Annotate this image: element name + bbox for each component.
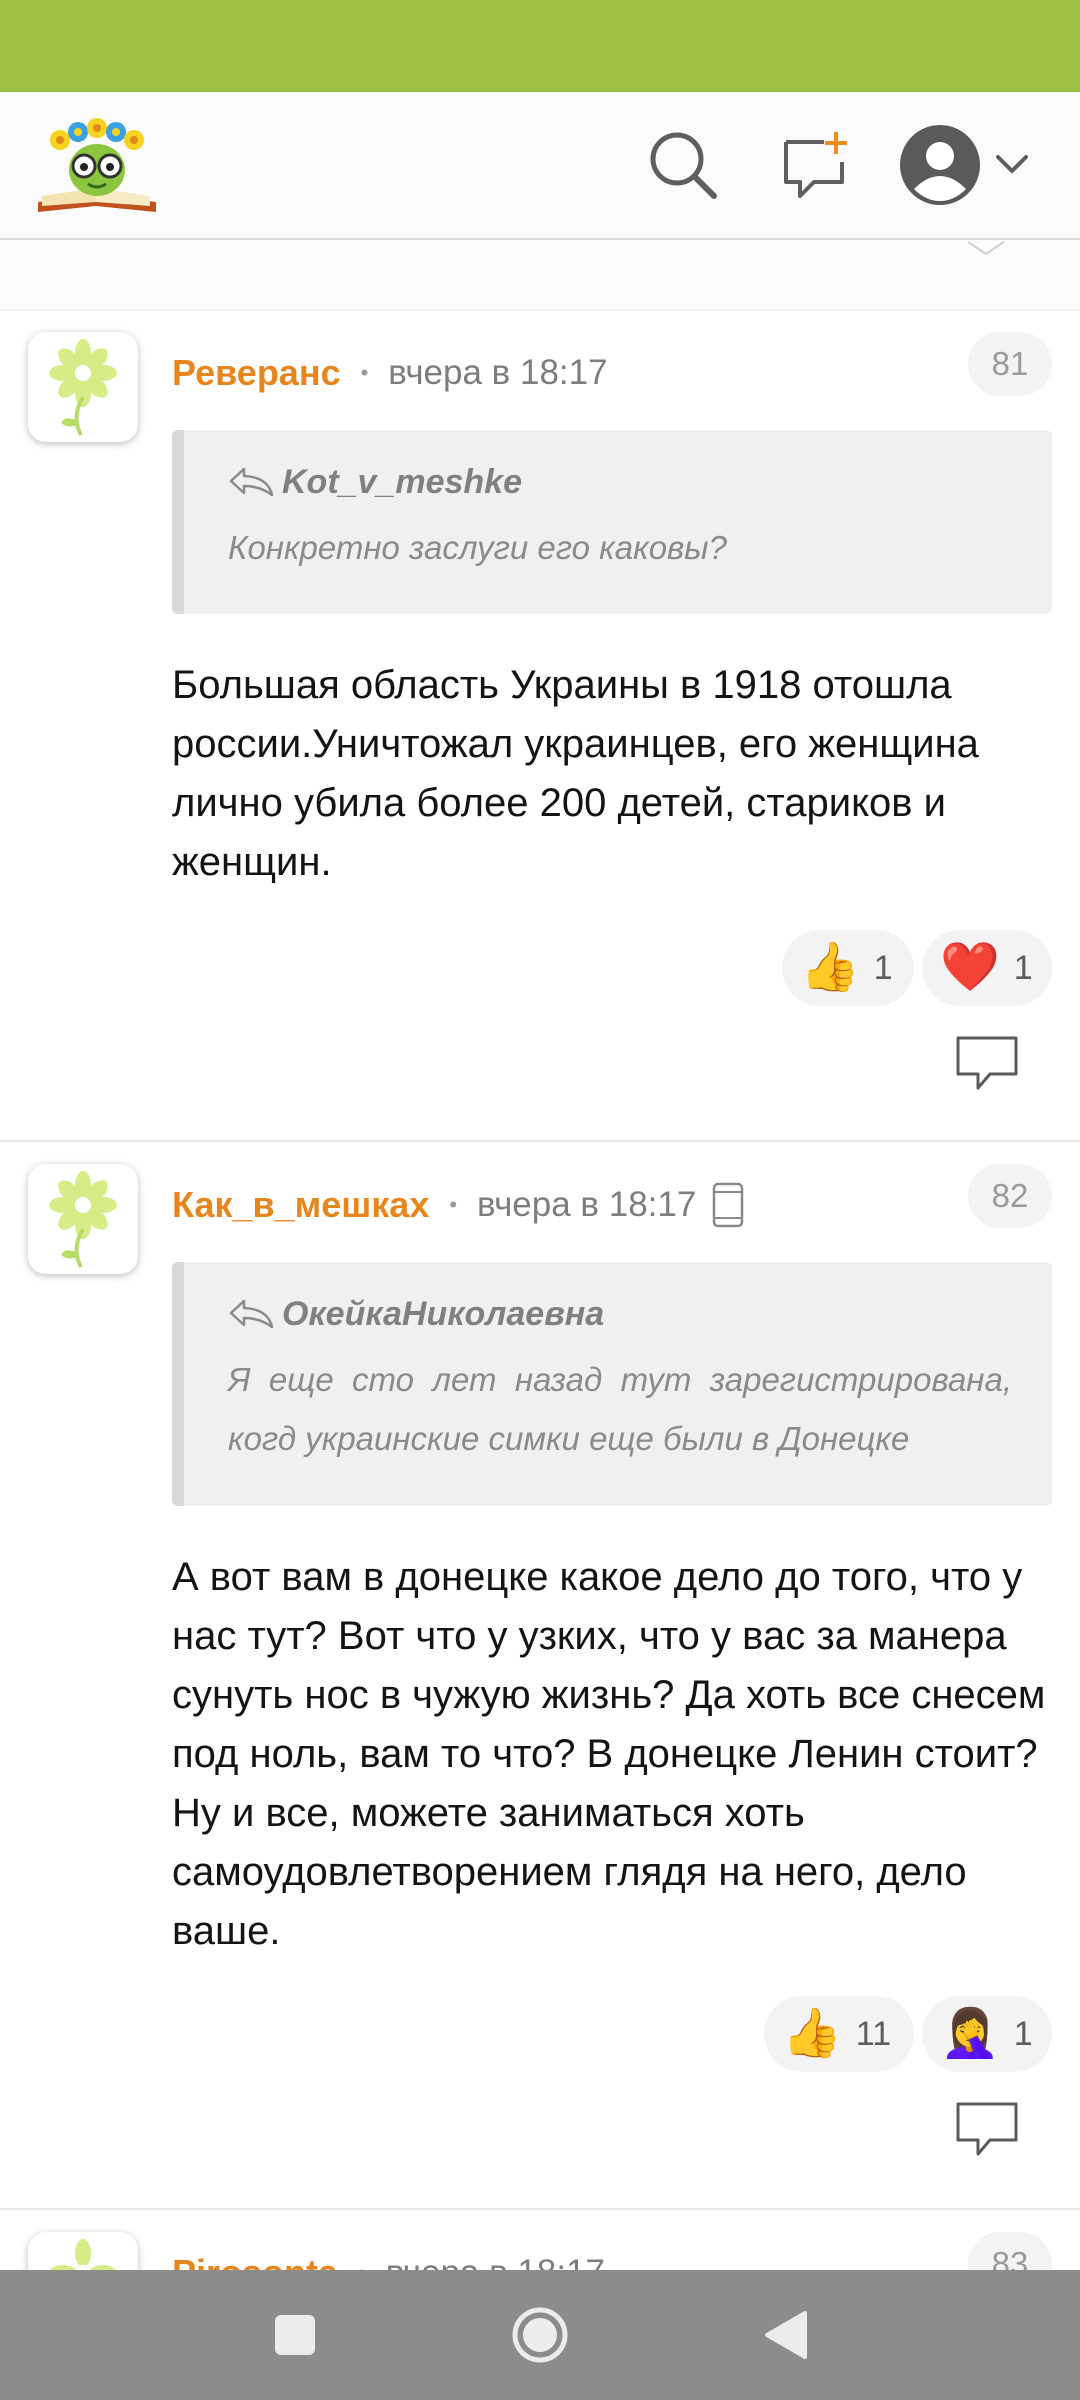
- avatar[interactable]: [28, 2232, 138, 2270]
- reaction-count: 11: [855, 2014, 892, 2053]
- status-bar: [0, 0, 1080, 92]
- circle-home-icon: [512, 2307, 568, 2363]
- avatar[interactable]: [28, 332, 138, 442]
- avatar[interactable]: [28, 1164, 138, 1274]
- reaction-heart[interactable]: ❤️ 1: [922, 930, 1052, 1006]
- comment-author[interactable]: Реверанс: [172, 352, 341, 394]
- new-message-icon: [784, 132, 847, 198]
- quote-block[interactable]: Kot_v_meshke Конкретно заслуги его каков…: [172, 430, 1052, 614]
- comment-time[interactable]: вчера в 18:17: [388, 353, 607, 393]
- quote-author: Kot_v_meshke: [282, 462, 523, 501]
- recent-apps-button[interactable]: [265, 2305, 325, 2365]
- quote-text: Я еще сто лет назад тут зарегистрирована…: [228, 1361, 1012, 1457]
- triangle-back-icon: [765, 2311, 807, 2359]
- comment-number[interactable]: 82: [968, 1164, 1052, 1228]
- comment-item: Реверанс • вчера в 18:17 81 Kot_v_meshke…: [0, 310, 1080, 1142]
- mobile-phone-icon: [713, 1182, 744, 1228]
- reaction-like[interactable]: 👍 11: [764, 1996, 914, 2072]
- quote-text: Конкретно заслуги его каковы?: [228, 529, 727, 566]
- reply-button[interactable]: [954, 2100, 1020, 2160]
- reply-arrow-icon: [229, 1299, 274, 1329]
- comment-author[interactable]: Как_в_мешках: [172, 1184, 429, 1226]
- system-navigation-bar: [0, 2270, 1080, 2400]
- app-header: [0, 92, 1080, 240]
- flower-avatar-icon: [49, 1171, 117, 1268]
- facepalm-icon: 🤦‍♀️: [940, 2007, 1000, 2060]
- reaction-like[interactable]: 👍 1: [782, 930, 914, 1006]
- previous-comment-end: [0, 240, 1080, 311]
- comment-item: Как_в_мешках • вчера в 18:17 82 ОкейкаНи…: [0, 1142, 1080, 2210]
- profile-menu-button[interactable]: [898, 120, 1038, 210]
- new-topic-button[interactable]: [770, 120, 860, 210]
- flower-avatar-icon: [50, 2239, 116, 2270]
- search-button[interactable]: [638, 120, 728, 210]
- search-icon: [650, 132, 717, 199]
- dropdown-caret-icon: [967, 241, 1005, 256]
- quote-author: ОкейкаНиколаевна: [282, 1294, 605, 1333]
- comment-bubble-icon: [956, 2102, 1018, 2156]
- comment-meta: Pirosonta • вчера в 18:17: [172, 2248, 605, 2270]
- comment-item: Pirosonta • вчера в 18:17 83: [0, 2210, 1080, 2270]
- square-icon: [275, 2315, 315, 2355]
- comment-time[interactable]: вчера в 18:17: [477, 1185, 696, 1225]
- thumbs-up-icon: 👍: [782, 2007, 842, 2060]
- reaction-count: 1: [1013, 948, 1033, 987]
- reaction-count: 1: [873, 948, 893, 987]
- comment-meta: Реверанс • вчера в 18:17: [172, 352, 608, 394]
- thumbs-up-icon: 👍: [800, 941, 860, 994]
- heart-icon: ❤️: [940, 941, 1000, 994]
- comment-number[interactable]: 83: [968, 2232, 1052, 2270]
- reply-button[interactable]: [954, 1034, 1020, 1094]
- home-button[interactable]: [510, 2305, 570, 2365]
- comment-text: Большая область Украины в 1918 отошла ро…: [172, 663, 979, 884]
- user-icon: [900, 125, 980, 205]
- back-button[interactable]: [755, 2305, 815, 2365]
- site-logo[interactable]: [34, 110, 160, 220]
- comment-text: А вот вам в донецке какое дело до того, …: [172, 1555, 1046, 1953]
- comment-author[interactable]: Pirosonta: [172, 2252, 338, 2270]
- comment-time[interactable]: вчера в 18:17: [386, 2253, 605, 2270]
- comment-bubble-icon: [956, 1036, 1018, 1090]
- reaction-count: 1: [1013, 2014, 1033, 2053]
- comment-number[interactable]: 81: [968, 332, 1052, 396]
- reply-arrow-icon: [229, 467, 274, 497]
- reaction-facepalm[interactable]: 🤦‍♀️ 1: [922, 1996, 1052, 2072]
- quote-block[interactable]: ОкейкаНиколаевна Я еще сто лет назад тут…: [172, 1262, 1052, 1506]
- flower-avatar-icon: [49, 339, 117, 436]
- chevron-down-icon: [996, 155, 1028, 173]
- comment-meta: Как_в_мешках • вчера в 18:17: [172, 1180, 744, 1230]
